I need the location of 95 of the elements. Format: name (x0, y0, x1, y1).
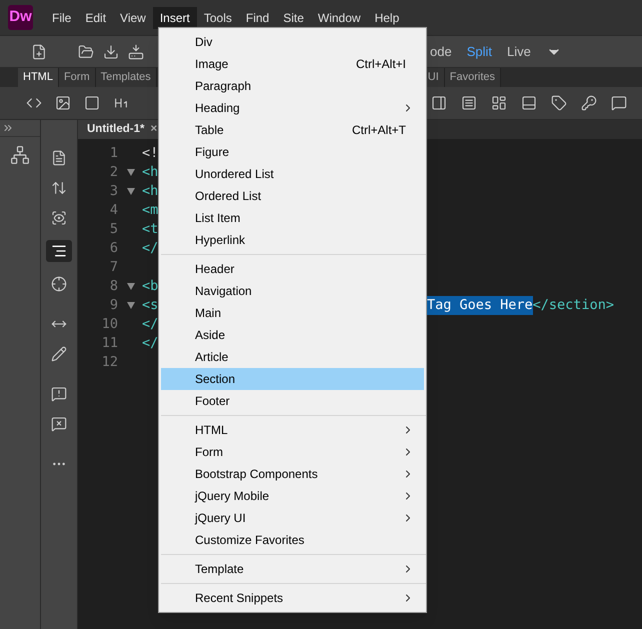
insert-tab[interactable]: Templates (96, 68, 157, 87)
menu-item[interactable]: View (113, 6, 153, 28)
menu-option-label: Ordered List (195, 188, 262, 205)
menu-option-label: Header (195, 261, 236, 278)
line-number: 10 (100, 315, 119, 334)
line-number: 6 (108, 239, 119, 258)
menu-option[interactable]: Form (161, 441, 424, 463)
insert-tab[interactable]: Favorites (444, 68, 502, 87)
menu-option[interactable]: Main (161, 302, 424, 324)
menu-option-label: Section (195, 371, 236, 388)
menu-item[interactable]: Find (238, 6, 276, 28)
menu-option[interactable]: Template (161, 558, 424, 580)
code-text: <s (142, 297, 158, 313)
menu-option[interactable]: Customize Favorites (161, 529, 424, 551)
shortcut-label: Ctrl+Alt+I (356, 56, 406, 73)
menu-option-label: Div (195, 34, 214, 51)
menu-option[interactable]: Div (161, 31, 424, 53)
code-text: <h (142, 183, 158, 199)
menu-option-label: Image (195, 56, 230, 73)
menu-option-label: jQuery UI (195, 510, 247, 527)
menu-option-label: Footer (195, 393, 231, 410)
line-number: 5 (108, 220, 119, 239)
menu-option[interactable]: Paragraph (161, 75, 424, 97)
menu-option-label: List Item (195, 210, 242, 227)
code-text: </section> (532, 296, 614, 315)
menu-option[interactable]: Image Ctrl+Alt+I (161, 53, 424, 75)
menu-option[interactable]: List Item (161, 207, 424, 229)
menu-option[interactable]: jQuery Mobile (161, 485, 424, 507)
menu-item[interactable]: Edit (78, 6, 114, 28)
menu-option[interactable]: Article (161, 346, 424, 368)
insert-tab[interactable]: HTML (18, 68, 59, 87)
menu-option-label: HTML (195, 422, 229, 439)
menu-item[interactable]: Window (310, 6, 368, 28)
menu-item[interactable]: Site (276, 6, 311, 28)
menu-option-label: Bootstrap Components (195, 466, 319, 483)
code-text: </ (142, 316, 158, 332)
menu-option-label: jQuery Mobile (195, 488, 270, 505)
document-title: Untitled-1* (87, 122, 144, 137)
menu-option[interactable]: Footer (161, 390, 424, 412)
line-number: 7 (108, 258, 119, 277)
line-number: 8 (108, 277, 119, 296)
view-mode-tab[interactable]: Live (507, 42, 531, 62)
menu-item[interactable]: Insert (152, 6, 197, 28)
menu-item[interactable]: Tools (196, 6, 239, 28)
app-logo: Dw (8, 5, 33, 30)
code-text: <h (142, 164, 158, 180)
menu-option-label: Template (195, 561, 245, 578)
line-number: 3 (108, 182, 119, 201)
insert-tab[interactable]: Form (58, 68, 96, 87)
line-number: 2 (108, 163, 119, 182)
code-text: <! (142, 145, 158, 161)
menu-option[interactable]: Bootstrap Components (161, 463, 424, 485)
code-text: </ (142, 240, 158, 256)
view-mode-tab[interactable]: Split (466, 42, 492, 62)
code-text: </ (142, 335, 158, 351)
menu-option[interactable]: Recent Snippets (161, 587, 424, 609)
line-number: 4 (108, 201, 119, 220)
menu-option[interactable]: Header (161, 258, 424, 280)
menu-option[interactable]: Unordered List (161, 163, 424, 185)
close-button[interactable]: × (150, 120, 158, 138)
menu-option-label: Unordered List (195, 166, 275, 183)
code-text: <m (142, 202, 158, 218)
line-number: 11 (100, 334, 119, 353)
view-mode-tab[interactable]: ode (430, 42, 452, 62)
menu-option[interactable]: jQuery UI (161, 507, 424, 529)
menu-option[interactable]: Aside (161, 324, 424, 346)
menu-option[interactable]: Ordered List (161, 185, 424, 207)
shortcut-label: Ctrl+Alt+T (352, 122, 406, 139)
menu-option[interactable]: Heading (161, 97, 424, 119)
menu-option[interactable]: Figure (161, 141, 424, 163)
menu-option-label: Paragraph (195, 78, 252, 95)
menu-item[interactable]: Help (368, 6, 406, 28)
menu-option-label: Customize Favorites (195, 532, 306, 549)
line-number: 12 (100, 353, 119, 372)
menu-option[interactable]: Table Ctrl+Alt+T (161, 119, 424, 141)
menu-option-label: Recent Snippets (195, 590, 284, 607)
menu-option-label: Form (195, 444, 224, 461)
line-number: 9 (108, 296, 119, 315)
menu-item[interactable]: File (45, 6, 78, 28)
code-text: <t (142, 221, 158, 237)
menu-option[interactable]: Navigation (161, 280, 424, 302)
menu-option[interactable]: HTML (161, 419, 424, 441)
menu-option-label: Hyperlink (195, 232, 246, 249)
menu-option[interactable]: Hyperlink (161, 229, 424, 251)
menu-option[interactable]: Section (161, 368, 424, 390)
code-text: <b (142, 278, 158, 294)
menu-option-label: Article (195, 349, 230, 366)
menu-option-label: Table (195, 122, 225, 139)
menu-option-label: Figure (195, 144, 230, 161)
menu-option-label: Main (195, 305, 222, 322)
menu-option-label: Aside (195, 327, 226, 344)
code-text: Tag Goes Here (427, 296, 533, 315)
menu-option-label: Heading (195, 100, 241, 117)
line-number: 1 (108, 144, 119, 163)
menu-option-label: Navigation (195, 283, 253, 300)
